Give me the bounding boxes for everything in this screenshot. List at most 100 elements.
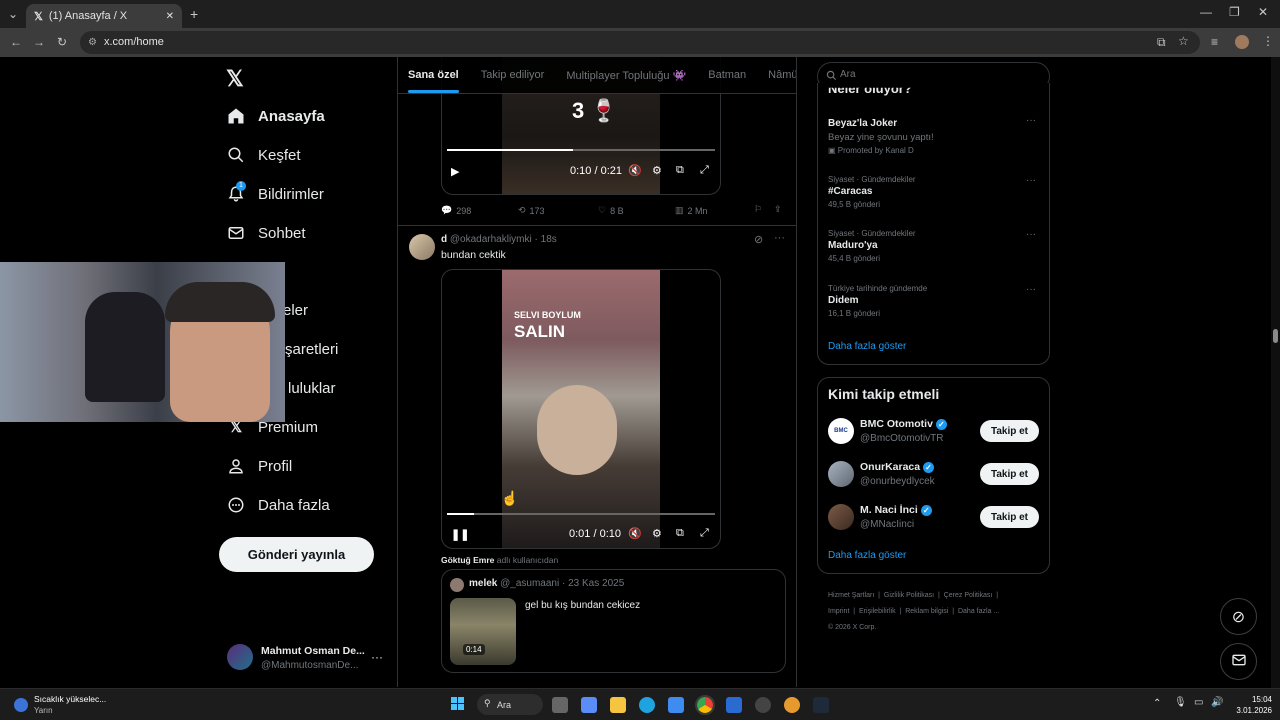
- messages-fab[interactable]: [1220, 643, 1257, 680]
- tab-for-you[interactable]: Sana özel: [408, 69, 459, 93]
- follow-account-name[interactable]: OnurKaraca ✓: [860, 461, 935, 473]
- play-icon[interactable]: ▶: [451, 165, 459, 178]
- store-icon[interactable]: [668, 697, 684, 713]
- nav-chat[interactable]: Sohbet: [226, 218, 306, 248]
- share-icon[interactable]: ⇪: [774, 204, 782, 215]
- account-more-icon[interactable]: ···: [371, 650, 383, 664]
- follow-button[interactable]: Takip et: [980, 463, 1039, 485]
- nav-explore[interactable]: Keşfet: [226, 140, 301, 170]
- trend-item[interactable]: Siyaset · Gündemdekiler Maduro'ya 45,4 B…: [828, 229, 1038, 263]
- file-explorer-icon[interactable]: [610, 697, 626, 713]
- tab-namuter[interactable]: Nâmüter: [768, 69, 796, 81]
- post-2-name[interactable]: d: [441, 234, 447, 245]
- post-more-icon[interactable]: ···: [774, 232, 785, 244]
- nav-more[interactable]: Daha fazla: [226, 490, 330, 520]
- mute-icon[interactable]: 🔇: [628, 164, 642, 177]
- nav-notifications[interactable]: 1 Bildirimler: [226, 179, 324, 209]
- maximize-icon[interactable]: ❐: [1229, 6, 1240, 18]
- microphone-icon[interactable]: 🎙: [1174, 697, 1187, 708]
- footer-link[interactable]: Çerez Politikası: [944, 592, 993, 599]
- bookmark-star-icon[interactable]: ☆: [1178, 35, 1189, 47]
- app-icon[interactable]: [755, 697, 771, 713]
- like-count[interactable]: ♡ 8 B: [598, 205, 624, 216]
- x-logo-icon[interactable]: 𝕏: [226, 66, 244, 92]
- nav-profile[interactable]: Profil: [226, 451, 292, 481]
- nav-home[interactable]: Anasayfa: [226, 101, 325, 131]
- back-icon[interactable]: ←: [10, 36, 22, 48]
- scrollbar-thumb[interactable]: [1273, 329, 1278, 343]
- tab-batman[interactable]: Batman: [708, 69, 746, 81]
- mail-app-icon[interactable]: [726, 697, 742, 713]
- post-2-avatar[interactable]: [409, 234, 435, 260]
- follow-show-more[interactable]: Daha fazla göster: [828, 550, 906, 561]
- close-window-icon[interactable]: ✕: [1258, 6, 1268, 18]
- trends-show-more[interactable]: Daha fazla göster: [828, 341, 906, 352]
- onur-avatar[interactable]: [828, 461, 854, 487]
- media-control-icon[interactable]: ≡: [1211, 36, 1218, 48]
- view-count[interactable]: ▥ 2 Mn: [675, 205, 708, 216]
- new-tab-icon[interactable]: +: [190, 7, 198, 21]
- video-1-seekbar[interactable]: [447, 149, 715, 151]
- nav-communities[interactable]: luluklar: [288, 373, 336, 403]
- follow-account-name[interactable]: BMC Otomotiv ✓: [860, 418, 947, 430]
- nav-lists[interactable]: eler: [283, 295, 308, 325]
- close-tab-icon[interactable]: ✕: [166, 11, 174, 22]
- pause-icon[interactable]: ❚❚: [451, 528, 469, 541]
- repost-count[interactable]: ⟲ 173: [518, 205, 545, 216]
- footer-link[interactable]: Reklam bilgisi: [905, 608, 948, 615]
- tab-multiplayer[interactable]: Multiplayer Topluluğu 👾: [566, 69, 686, 82]
- trend-more-icon[interactable]: ···: [1026, 175, 1036, 186]
- steam-icon[interactable]: [813, 697, 829, 713]
- site-info-icon[interactable]: ⚙: [88, 31, 97, 54]
- fullscreen-icon[interactable]: ⤢: [700, 527, 709, 540]
- profile-avatar-icon[interactable]: [1235, 35, 1249, 49]
- page-scrollbar[interactable]: [1271, 57, 1280, 688]
- video-2-seekbar[interactable]: [447, 513, 715, 515]
- settings-icon[interactable]: ⚙: [652, 527, 662, 540]
- edge-icon[interactable]: [639, 697, 655, 713]
- follow-account-name[interactable]: M. Naci İnci ✓: [860, 504, 932, 516]
- pip-icon[interactable]: ⧉: [676, 164, 684, 177]
- reply-count[interactable]: 💬 298: [441, 205, 471, 216]
- follow-button[interactable]: Takip et: [980, 420, 1039, 442]
- taskbar-search[interactable]: ⚲ Ara: [477, 694, 543, 715]
- trend-item[interactable]: Beyaz'la Joker Beyaz yine şovunu yaptı! …: [828, 116, 1038, 155]
- quote-video-thumb[interactable]: 0:14: [450, 598, 516, 665]
- nav-bookmarks[interactable]: şaretleri: [285, 334, 338, 364]
- url-field[interactable]: ⚙ x.com/home: [80, 31, 1200, 54]
- account-switcher[interactable]: Mahmut Osman De... @MahmutosmanDe... ···: [227, 644, 395, 674]
- footer-link[interactable]: Erişilebilirlik: [859, 608, 896, 615]
- trend-item[interactable]: Siyaset · Gündemdekiler #Caracas 49,5 B …: [828, 175, 1038, 209]
- network-icon[interactable]: ▭: [1194, 697, 1203, 708]
- mute-icon[interactable]: 🔇: [628, 527, 642, 540]
- task-view-icon[interactable]: [552, 697, 568, 713]
- minimize-icon[interactable]: —: [1200, 6, 1212, 18]
- audio-app-icon[interactable]: [784, 697, 800, 713]
- trend-more-icon[interactable]: ···: [1026, 229, 1036, 240]
- credit-name[interactable]: Göktuğ Emre: [441, 555, 494, 565]
- grok-icon[interactable]: ⊘: [754, 233, 763, 246]
- install-app-icon[interactable]: ⧉: [1157, 36, 1166, 48]
- quoted-post[interactable]: melek @_asumaani · 23 Kas 2025 0:14 gel …: [441, 569, 786, 673]
- chrome-icon[interactable]: [695, 695, 715, 715]
- chrome-menu-icon[interactable]: ⋮: [1262, 35, 1274, 47]
- tab-search-icon[interactable]: ⌄: [8, 8, 18, 20]
- bmc-avatar[interactable]: BMC: [828, 418, 854, 444]
- windows-start-icon[interactable]: [451, 697, 465, 711]
- tab-following[interactable]: Takip ediliyor: [481, 69, 545, 81]
- footer-link[interactable]: Daha fazla ...: [958, 608, 999, 615]
- forward-icon[interactable]: →: [33, 36, 45, 48]
- widgets-icon[interactable]: [581, 697, 597, 713]
- video-player-2[interactable]: SELVI BOYLUM SALIN ❚❚ 0:01 / 0:10 🔇 ⚙ ⧉ …: [441, 269, 721, 549]
- trend-more-icon[interactable]: ···: [1026, 115, 1036, 126]
- search-input[interactable]: [840, 69, 1040, 80]
- weather-widget[interactable]: Sıcaklık yükselec... Yarın: [10, 694, 120, 718]
- fullscreen-icon[interactable]: ⤢: [700, 164, 709, 177]
- settings-icon[interactable]: ⚙: [652, 164, 662, 177]
- bookmark-icon[interactable]: ⚐: [754, 204, 762, 215]
- reload-icon[interactable]: ↻: [57, 36, 67, 48]
- post-2-handle[interactable]: @okadarhakliymki: [450, 234, 532, 245]
- trend-item[interactable]: Türkiye tarihinde gündemde Didem 16,1 B …: [828, 284, 1038, 318]
- pip-icon[interactable]: ⧉: [676, 527, 684, 540]
- clock[interactable]: 15:04 3.01.2026: [1230, 694, 1272, 716]
